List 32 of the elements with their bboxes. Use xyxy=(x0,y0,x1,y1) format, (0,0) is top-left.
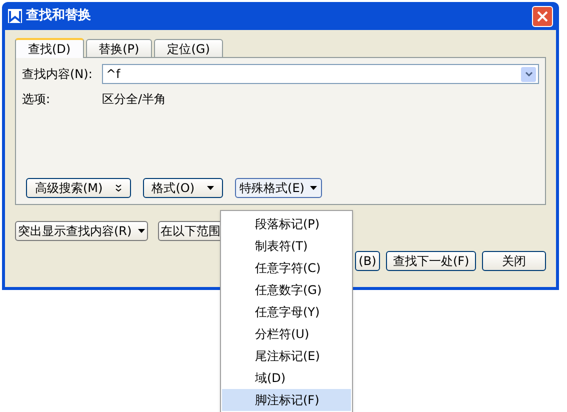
document-icon xyxy=(8,9,22,23)
caret-icon xyxy=(206,186,214,190)
expand-icon xyxy=(114,184,122,192)
highlight-button[interactable]: 突出显示查找内容(R) xyxy=(15,221,148,241)
menu-button[interactable]: 特殊格式(E) xyxy=(234,178,322,198)
chevron-down-icon xyxy=(524,72,532,76)
menu-item[interactable]: 任意字母(Y) xyxy=(222,301,351,323)
tab[interactable]: 查找(D) xyxy=(15,38,84,58)
menu-item[interactable]: 尾注标记(E) xyxy=(222,345,351,367)
action-button[interactable]: (B) xyxy=(355,251,380,271)
menu-button[interactable]: 格式(O) xyxy=(142,178,223,198)
options-value: 区分全/半角 xyxy=(102,91,166,108)
close-button[interactable] xyxy=(532,6,553,26)
tab[interactable]: 定位(G) xyxy=(154,39,223,57)
menu-item[interactable]: 域(D) xyxy=(222,367,351,389)
find-label: 查找内容(N): xyxy=(22,66,94,83)
menu-item[interactable]: 制表符(T) xyxy=(222,235,351,257)
options-label: 选项: xyxy=(22,91,52,108)
menu-item[interactable]: 分栏符(U) xyxy=(222,323,351,345)
caret-icon xyxy=(138,229,145,233)
tab[interactable]: 替换(P) xyxy=(86,39,152,57)
caret-icon xyxy=(310,186,318,190)
menu-item[interactable]: 段落标记(P) xyxy=(222,213,351,235)
window-title: 查找和替换 xyxy=(26,7,91,26)
action-button[interactable]: 关闭 xyxy=(482,251,546,271)
close-icon xyxy=(537,10,548,22)
menu-item[interactable]: 任意数字(G) xyxy=(222,279,351,301)
menu-item[interactable]: 任意字符(C) xyxy=(222,257,351,279)
menu-item[interactable]: 脚注标记(F) xyxy=(222,389,351,411)
menu-button[interactable]: 高级搜索(M) xyxy=(26,178,131,198)
find-combobox[interactable]: ^f xyxy=(102,64,539,84)
action-button[interactable]: 查找下一处(F) xyxy=(386,251,476,271)
